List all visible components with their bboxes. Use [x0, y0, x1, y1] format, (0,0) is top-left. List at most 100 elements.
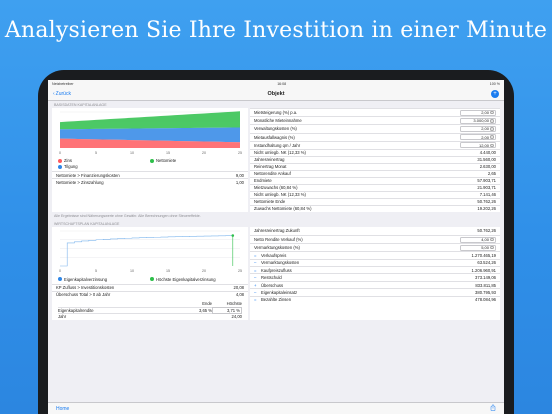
input-row-vermarktungskosten: Vermarktungskosten (%) 5,00 × [250, 243, 500, 251]
row-label: Reinertrag Monat [254, 164, 287, 170]
row-value: 1,00 [235, 179, 244, 185]
clear-icon[interactable]: × [490, 135, 494, 139]
row-label: Nettomiete > Finanzierungskosten [56, 172, 120, 178]
column-header-hoechste: Höchste [226, 300, 242, 306]
calc-sign: – [254, 289, 257, 295]
legend-item-hoechste-ek[interactable]: Höchste Eigenkapitalverzinsung [150, 277, 242, 282]
input-value: 2,00 [481, 126, 489, 132]
area-chart: 0 5 10 15 20 25 [52, 108, 248, 156]
section-basisdaten: 0 5 10 15 20 25 Zins Nettomiete Tilgung [48, 108, 504, 212]
cell-hoechste: 3,71 % [212, 306, 242, 314]
status-time: 16:08 [277, 82, 287, 86]
input-row-mietausfallwagnis: Mietausfallwagnis (%) 2,00 × [250, 132, 500, 141]
table-row: Jahresreinertrag Zukunft 50.762,26 [250, 227, 500, 235]
table-row: Nettomiete > Zinszahlung 1,00 [52, 178, 248, 185]
home-button[interactable]: Home [56, 406, 69, 412]
calc-value: 1.206.960,91 [471, 267, 496, 273]
input-row-instandhaltung: Instandhaltung qm / Jahr 12,00 × [250, 140, 500, 149]
calc-value: 380.795,93 [475, 289, 496, 295]
netto-rendite-input[interactable]: 4,00 × [460, 236, 496, 243]
calc-sign: + [254, 282, 257, 288]
table-row: Endmiete 57.903,71 [250, 176, 500, 184]
legend-dot-zins [58, 158, 62, 163]
row-label: Zuwachs Nettomiete (60,84 %) [254, 206, 312, 212]
input-value: 2,00 [481, 110, 489, 116]
table-header-row: Ende Höchste [58, 300, 242, 307]
input-label: Netto Rendite Verkauf (%) [254, 237, 303, 243]
x-tick-label: 20 [202, 151, 206, 155]
row-value: 21.903,71 [477, 185, 496, 191]
input-value: 2,00 [481, 134, 489, 140]
share-icon[interactable] [490, 404, 496, 413]
row-value: 19.202,26 [477, 206, 496, 212]
row-label: Jahresreinertrag Zukunft [254, 228, 300, 234]
highest-marker-point [231, 234, 235, 237]
row-label: Eigenkapitalrendite [58, 307, 94, 313]
calc-row: – Eigenkapitaleinsatz 380.795,93 [250, 288, 500, 295]
input-value: 4,00 [481, 237, 489, 243]
calc-sign: – [254, 260, 257, 266]
row-value: 57.903,71 [477, 178, 496, 184]
clear-icon[interactable]: × [490, 237, 494, 242]
x-tick-label: 20 [202, 269, 206, 273]
column-header-ende: Ende [202, 300, 212, 306]
vermarktungskosten-input[interactable]: 5,00 × [460, 244, 496, 251]
x-tick-label: 10 [130, 269, 134, 273]
calc-label: Vermarktungskosten [261, 260, 300, 266]
legend-item-tilgung[interactable]: Tilgung [58, 164, 150, 169]
table-row: Jahr 24,00 [58, 313, 242, 320]
clear-icon[interactable]: × [490, 127, 494, 131]
legend-item-nettomiete[interactable]: Nettomiete [150, 158, 242, 163]
x-tick-label: 5 [95, 269, 97, 273]
verwaltungskosten-input[interactable]: 2,00 × [460, 125, 496, 132]
share-icon-svg [490, 404, 496, 411]
row-value: 2,65 [487, 171, 496, 177]
row-label: Jahr [58, 314, 67, 320]
instandhaltung-input[interactable]: 12,00 × [460, 142, 496, 149]
row-value: 50.762,26 [477, 228, 496, 234]
table-row: Überschuss Total > 0 ab Jahr 4,08 [52, 290, 248, 298]
clear-icon[interactable]: × [490, 245, 494, 250]
mietausfallwagnis-input[interactable]: 2,00 × [460, 134, 496, 141]
table-row: Nicht umlegb. NK (12,33 %) 4.440,00 [250, 148, 500, 156]
calc-row: = Kaufpreiszufluss 1.206.960,91 [250, 266, 500, 273]
input-row-netto-rendite: Netto Rendite Verkauf (%) 4,00 × [250, 234, 500, 243]
legend-dot-ek-verzinsung [58, 277, 62, 282]
back-button[interactable]: ‹ Zurück [53, 91, 71, 97]
row-value: 2.630,00 [479, 164, 496, 170]
clear-icon[interactable]: × [490, 110, 494, 115]
legend-dot-nettomiete [150, 158, 154, 163]
plus-icon: + [493, 91, 497, 97]
mietsteigerung-input[interactable]: 2,00 × [460, 109, 496, 116]
calc-row: = Verkaufspreis 1.270.465,19 [250, 251, 500, 258]
legend-label-hoechste-ek: Höchste Eigenkapitalverzinsung [156, 276, 216, 282]
legend-item-zins[interactable]: Zins [58, 158, 150, 163]
calc-label: Kaufpreiszufluss [261, 267, 292, 273]
mieteinnahme-input[interactable]: 3.000,00 × [460, 117, 496, 124]
clear-icon[interactable]: × [490, 119, 494, 123]
x-tick-label: 15 [166, 151, 170, 155]
input-row-mietsteigerung: Mietsteigerung (%) p.a. 2,00 × [250, 108, 500, 116]
calc-label: Restschuld [261, 275, 282, 281]
calc-value: 63.524,26 [477, 260, 496, 266]
legend-label-zins: Zins [64, 158, 72, 163]
calc-value: 373.149,06 [475, 275, 496, 281]
row-label: Nettomiete > Zinszahlung [56, 179, 104, 185]
page-headline: Analysieren Sie Ihre Investition in eine… [4, 18, 548, 43]
clear-icon[interactable]: × [490, 143, 494, 148]
legend-item-ek-verzinsung[interactable]: Eigenkapitalverzinsung [58, 277, 150, 282]
section-header-wirtschaftsplan: WIRTSCHAFTSPLAN KAPITALANLAGE [54, 221, 120, 226]
x-tick-label: 0 [59, 151, 61, 155]
wirtschaftsplan-left-panel: 0 5 10 15 20 25 Eigenkapitalverzinsung Höchst… [52, 226, 248, 320]
navigation-bar: ‹ Zurück Objekt + [48, 88, 504, 101]
table-row: Nettomiete > Finanzierungskosten 9,00 [52, 171, 248, 178]
calc-label: Bezahlte Zinsen [261, 297, 292, 303]
status-bar: Netzbetreiber 16:08 100 % [48, 80, 504, 88]
app-screen: Netzbetreiber 16:08 100 % ‹ Zurück Objek… [48, 80, 504, 414]
table-row: Jahresreinertrag 31.560,00 [250, 155, 500, 163]
input-value: 5,00 [481, 245, 489, 251]
add-button[interactable]: + [491, 90, 499, 98]
input-value: 12,00 [478, 142, 489, 148]
calc-value: 478.084,96 [475, 297, 496, 303]
table-row: Mietzuwachs (60,84 %) 21.903,71 [250, 183, 500, 191]
